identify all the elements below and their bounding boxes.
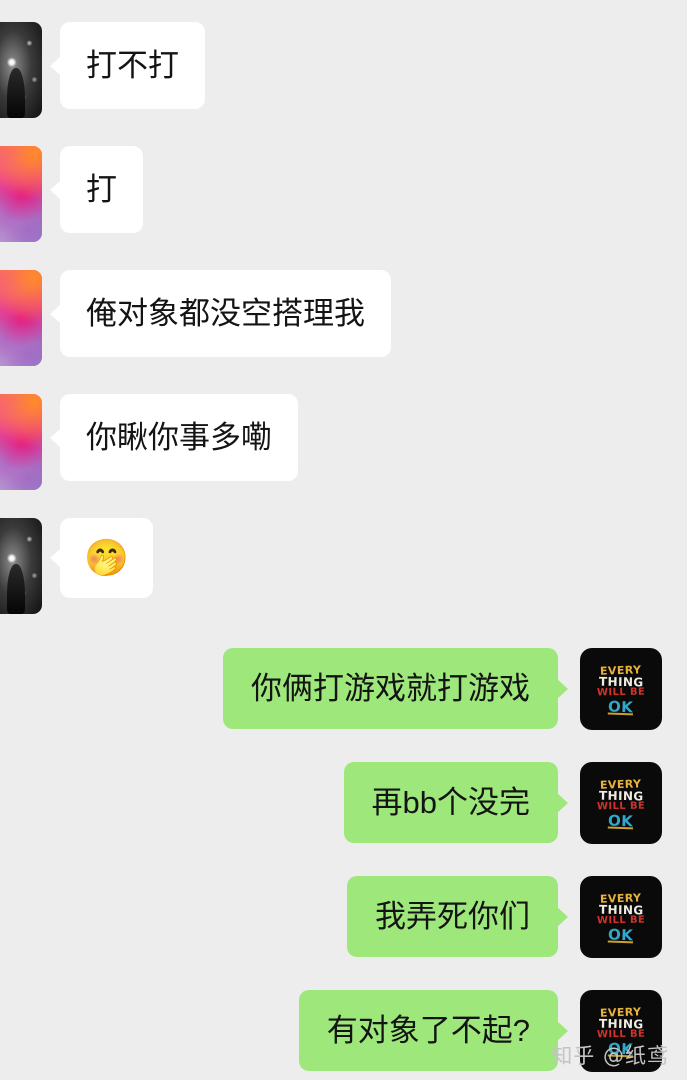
message-row: 俺对象都没空搭理我 — [0, 270, 687, 366]
message-bubble-incoming[interactable]: 打 — [60, 146, 143, 233]
avatar-line-4: OK — [608, 811, 634, 831]
avatar[interactable] — [0, 146, 42, 242]
avatar[interactable] — [0, 270, 42, 366]
message-bubble-incoming-emoji[interactable]: 🤭 — [60, 518, 153, 598]
dark-starry-figure-avatar — [0, 22, 42, 118]
everything-will-be-ok-avatar: EVERY THING WILL BE OK — [580, 648, 662, 730]
avatar-line-4: OK — [608, 697, 634, 717]
message-row: 再bb个没完 EVERY THING WILL BE OK — [0, 762, 687, 844]
message-row: 你瞅你事多嘞 — [0, 394, 687, 490]
message-text: 打不打 — [86, 48, 179, 83]
message-text: 你俩打游戏就打游戏 — [251, 671, 530, 706]
message-bubble-incoming[interactable]: 打不打 — [60, 22, 205, 109]
message-bubble-incoming[interactable]: 你瞅你事多嘞 — [60, 394, 298, 481]
message-bubble-outgoing[interactable]: 再bb个没完 — [343, 762, 558, 843]
message-text: 俺对象都没空搭理我 — [86, 296, 365, 331]
pink-orange-cloud-avatar — [0, 146, 42, 242]
avatar[interactable]: EVERY THING WILL BE OK — [580, 876, 662, 958]
message-bubble-outgoing[interactable]: 你俩打游戏就打游戏 — [223, 648, 558, 729]
message-bubble-outgoing[interactable]: 我弄死你们 — [347, 876, 558, 957]
pink-orange-cloud-avatar — [0, 270, 42, 366]
message-row: 打不打 — [0, 22, 687, 118]
message-text: 我弄死你们 — [375, 899, 530, 934]
avatar[interactable]: EVERY THING WILL BE OK — [580, 762, 662, 844]
chat-conversation-screen: 打不打 打 俺对象都没空搭理我 你瞅你事多嘞 🤭 你俩打游戏就打游戏 EVERY… — [0, 0, 687, 1080]
watermark: 知乎 @纸鸢 — [551, 1044, 669, 1068]
avatar[interactable]: EVERY THING WILL BE OK — [580, 648, 662, 730]
dark-starry-figure-avatar — [0, 518, 42, 614]
face-with-hand-over-mouth-icon: 🤭 — [84, 537, 129, 578]
avatar[interactable] — [0, 22, 42, 118]
message-row: 🤭 — [0, 518, 687, 614]
everything-will-be-ok-avatar: EVERY THING WILL BE OK — [580, 876, 662, 958]
avatar[interactable] — [0, 518, 42, 614]
message-bubble-outgoing[interactable]: 有对象了不起? — [298, 990, 558, 1071]
message-row: 打 — [0, 146, 687, 242]
message-row: 你俩打游戏就打游戏 EVERY THING WILL BE OK — [0, 648, 687, 730]
message-text: 有对象了不起? — [326, 1013, 530, 1048]
message-bubble-incoming[interactable]: 俺对象都没空搭理我 — [60, 270, 391, 357]
pink-orange-cloud-avatar — [0, 394, 42, 490]
message-row: 我弄死你们 EVERY THING WILL BE OK — [0, 876, 687, 958]
message-text: 打 — [86, 172, 117, 207]
avatar[interactable] — [0, 394, 42, 490]
message-text: 你瞅你事多嘞 — [86, 420, 272, 455]
everything-will-be-ok-avatar: EVERY THING WILL BE OK — [580, 762, 662, 844]
message-text: 再bb个没完 — [371, 785, 530, 820]
avatar-line-4: OK — [608, 925, 634, 945]
